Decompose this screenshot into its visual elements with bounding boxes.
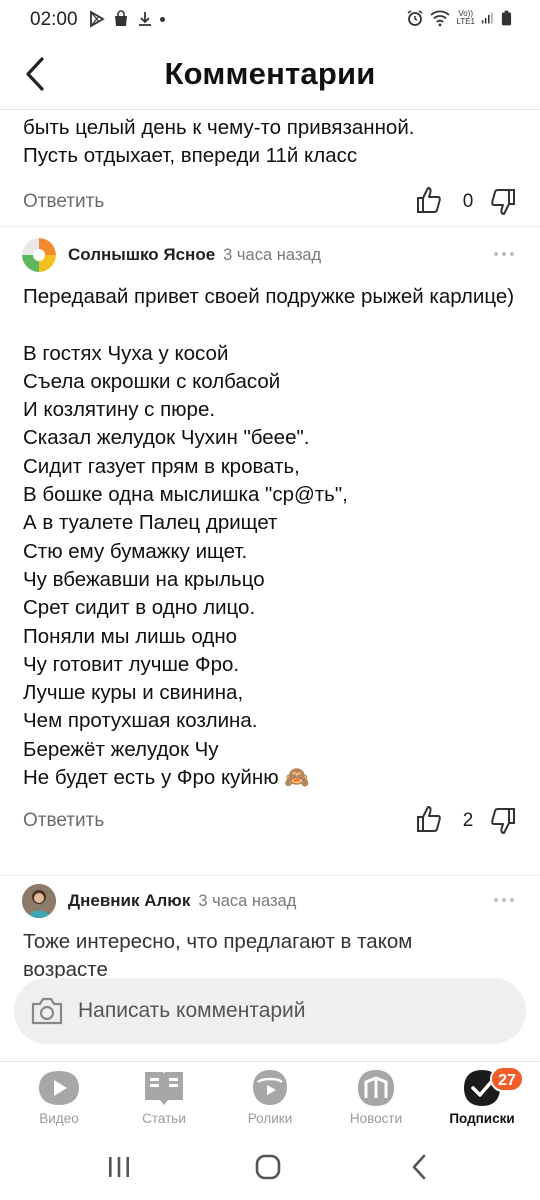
comment-actions: Ответить 2 (0, 802, 540, 842)
thumbs-down-icon (491, 188, 515, 215)
divider (0, 226, 540, 227)
like-button[interactable] (416, 804, 442, 834)
notification-badge: 27 (490, 1066, 524, 1092)
more-dot (502, 252, 506, 256)
header: Комментарии (0, 40, 540, 110)
nav-clips[interactable]: Ролики (220, 1068, 320, 1130)
camera-icon[interactable] (30, 995, 64, 1027)
avatar[interactable] (22, 238, 56, 272)
battery-icon (501, 10, 512, 26)
thumbs-up-icon (417, 186, 441, 213)
thumbs-up-icon (417, 806, 441, 833)
avatar-photo-icon (22, 884, 56, 918)
comment-header: Дневник Алюк 3 часа назад (0, 884, 540, 920)
status-time: 02:00 (30, 9, 78, 30)
download-icon (139, 12, 151, 26)
signal-icon (481, 12, 493, 24)
nav-label: Статьи (142, 1111, 186, 1126)
comment-item: быть целый день к чему-то привязанной. П… (0, 114, 540, 223)
nav-label: Видео (39, 1111, 79, 1126)
comment-text: быть целый день к чему-то привязанной. П… (23, 116, 415, 168)
lte-indicator: Vo)) LTE1 (456, 10, 475, 26)
news-icon (358, 1070, 394, 1106)
more-dot (494, 252, 498, 256)
comment-time: 3 часа назад (223, 246, 322, 264)
status-system-icons: Vo)) LTE1 (406, 9, 512, 27)
comment-header: Солнышко Ясное 3 часа назад (0, 238, 540, 274)
page-title: Комментарии (164, 56, 376, 91)
dislike-button[interactable] (490, 806, 516, 836)
more-dot (510, 252, 514, 256)
comments-feed[interactable]: быть целый день к чему-то привязанной. П… (0, 110, 540, 980)
more-dot (502, 898, 506, 902)
bottom-navigation: Видео Статьи Ролики Новости 27 Подписки (0, 1061, 540, 1131)
back-nav-button[interactable] (405, 1153, 435, 1181)
dislike-button[interactable] (490, 187, 516, 217)
wifi-icon (430, 10, 451, 27)
comment-text: Передавай привет своей подружке рыжей ка… (23, 285, 515, 790)
alarm-icon (408, 10, 423, 26)
nav-subscriptions[interactable]: 27 Подписки (432, 1066, 532, 1130)
more-dot (510, 898, 514, 902)
write-comment-placeholder: Написать комментарий (78, 999, 306, 1022)
like-button[interactable] (416, 185, 442, 215)
comment-item: Дневник Алюк 3 часа назад Тоже интересно,… (0, 884, 540, 980)
nav-news[interactable]: Новости (326, 1068, 426, 1130)
avatar[interactable] (22, 884, 56, 918)
lte-bottom: LTE1 (456, 17, 475, 26)
video-icon (39, 1071, 79, 1105)
more-options-button[interactable] (494, 246, 518, 262)
articles-icon (145, 1072, 183, 1105)
comment-time: 3 часа назад (198, 892, 297, 910)
comment-item: Солнышко Ясное 3 часа назад Передавай при… (0, 238, 540, 842)
nav-video[interactable]: Видео (9, 1068, 109, 1130)
comment-actions: Ответить 0 (0, 183, 540, 223)
reply-button[interactable]: Ответить (23, 191, 104, 213)
shopping-bag-icon (115, 10, 127, 26)
avatar-logo-icon (22, 238, 56, 272)
author-name[interactable]: Дневник Алюк (68, 891, 190, 910)
more-notifications-icon (160, 16, 165, 22)
home-button[interactable] (253, 1153, 283, 1181)
divider (0, 875, 540, 876)
author-name[interactable]: Солнышко Ясное (68, 245, 215, 264)
nav-label: Новости (349, 1111, 403, 1126)
nav-label: Подписки (449, 1111, 515, 1126)
more-options-button[interactable] (494, 892, 518, 908)
thumbs-down-icon (491, 808, 515, 835)
clips-icon (253, 1070, 287, 1105)
like-count: 2 (462, 810, 474, 832)
author-line: Солнышко Ясное 3 часа назад (68, 245, 321, 265)
system-navigation-bar (0, 1131, 540, 1200)
play-store-icon (90, 10, 105, 28)
more-dot (494, 898, 498, 902)
comment-text: Тоже интересно, что предлагают в таком в… (23, 930, 413, 980)
author-line: Дневник Алюк 3 часа назад (68, 891, 296, 911)
status-bar: 02:00 Vo)) LTE1 (0, 0, 540, 40)
recent-apps-button[interactable] (104, 1153, 134, 1181)
nav-articles[interactable]: Статьи (114, 1068, 214, 1130)
reply-button[interactable]: Ответить (23, 810, 104, 832)
like-count: 0 (462, 190, 474, 212)
write-comment-field[interactable]: Написать комментарий (14, 978, 526, 1044)
status-notification-icons (88, 10, 165, 28)
nav-label: Ролики (247, 1111, 293, 1126)
